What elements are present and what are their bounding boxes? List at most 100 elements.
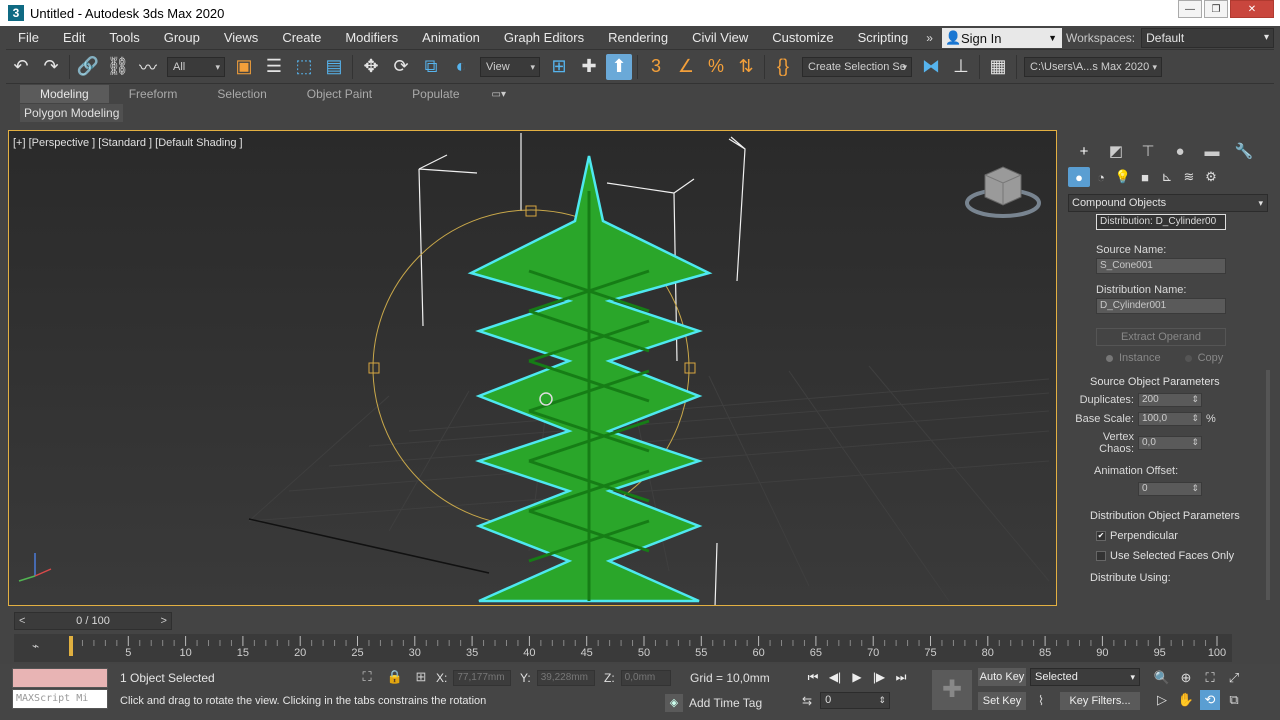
base-scale-spinner[interactable]: 100,0	[1138, 412, 1202, 426]
percent-snap-icon[interactable]: %	[703, 54, 729, 80]
maximize-viewport-icon[interactable]: ⧉	[1224, 690, 1244, 710]
rectangular-selection-icon[interactable]: ⬚	[291, 54, 317, 80]
helpers-icon[interactable]: ⊾	[1156, 167, 1178, 187]
tab-freeform[interactable]: Freeform	[109, 85, 198, 103]
perspective-viewport[interactable]: [+] [Perspective ] [Standard ] [Default …	[8, 130, 1057, 606]
menu-views[interactable]: Views	[212, 26, 270, 50]
pan-view-icon[interactable]: ✋	[1176, 690, 1196, 710]
menu-tools[interactable]: Tools	[97, 26, 151, 50]
play-icon[interactable]: ▶	[846, 670, 868, 685]
maxscript-mini-listener[interactable]: MAXScript Mi	[12, 689, 108, 709]
zoom-extents-icon[interactable]: ⛶	[1200, 668, 1220, 688]
geometry-icon[interactable]: ●	[1068, 167, 1090, 187]
set-keys-icon[interactable]: ✚	[932, 670, 972, 710]
scatter-tree-object[interactable]	[467, 155, 713, 603]
menu-create[interactable]: Create	[270, 26, 333, 50]
close-button[interactable]: ✕	[1230, 0, 1274, 18]
y-field[interactable]: 39,228mm	[536, 670, 595, 686]
select-and-place-icon[interactable]: ◐	[448, 54, 474, 80]
tab-selection[interactable]: Selection	[197, 85, 286, 103]
current-frame-field[interactable]: 0	[820, 692, 891, 709]
maximize-button[interactable]: ❐	[1204, 0, 1228, 18]
key-filters-button[interactable]: Key Filters...	[1060, 692, 1140, 710]
menu-customize[interactable]: Customize	[760, 26, 845, 50]
current-frame-marker[interactable]	[69, 636, 73, 656]
menu-overflow-icon[interactable]: »	[920, 31, 939, 45]
viewport-label[interactable]: [+] [Perspective ] [Standard ] [Default …	[13, 137, 243, 149]
go-to-start-icon[interactable]: ⏮	[802, 670, 824, 685]
display-tab-icon[interactable]: ▬	[1196, 143, 1228, 160]
z-field[interactable]: 0,0mm	[620, 670, 671, 686]
scene-explorer-icon[interactable]: ▦	[985, 54, 1011, 80]
time-slider[interactable]: < 0 / 100 >	[14, 612, 172, 630]
distribution-field[interactable]: Distribution: D_Cylinder00	[1096, 214, 1226, 230]
menu-group[interactable]: Group	[152, 26, 212, 50]
menu-rendering[interactable]: Rendering	[596, 26, 680, 50]
object-category-dropdown[interactable]: Compound Objects	[1068, 194, 1268, 212]
sign-in-button[interactable]: 👤 Sign In ▼	[942, 28, 1062, 48]
named-selection-dropdown[interactable]: Create Selection Se	[802, 56, 912, 77]
selection-set-dropdown[interactable]: Selected	[1030, 668, 1140, 686]
redo-icon[interactable]: ↷	[38, 54, 64, 80]
select-object-icon[interactable]: ▣	[231, 54, 257, 80]
project-folder-dropdown[interactable]: C:\Users\A...s Max 2020	[1024, 56, 1162, 77]
zoom-icon[interactable]: 🔍	[1152, 668, 1172, 688]
zoom-extents-all-icon[interactable]: ⤢	[1224, 668, 1244, 688]
cameras-icon[interactable]: ■	[1134, 167, 1156, 187]
copy-radio[interactable]: Copy	[1184, 352, 1223, 364]
select-and-scale-icon[interactable]: ⧉	[418, 54, 444, 80]
bind-to-space-warp-icon[interactable]: 〰	[135, 54, 161, 80]
orbit-icon[interactable]: ⟲	[1200, 690, 1220, 710]
tab-populate[interactable]: Populate	[392, 85, 479, 103]
instance-radio[interactable]: Instance	[1106, 352, 1161, 364]
vertex-chaos-spinner[interactable]: 0,0	[1138, 436, 1202, 450]
utilities-tab-icon[interactable]: 🔧	[1228, 142, 1260, 160]
distribution-name-input[interactable]: D_Cylinder001	[1096, 298, 1226, 314]
curve-editor-icon[interactable]: ⌁	[32, 639, 39, 653]
menu-scripting[interactable]: Scripting	[846, 26, 921, 50]
maxscript-listener-output[interactable]	[12, 668, 108, 688]
view-cube[interactable]	[965, 166, 1041, 218]
add-time-tag[interactable]: ◈ Add Time Tag	[665, 694, 762, 712]
space-warps-icon[interactable]: ≋	[1178, 167, 1200, 187]
undo-icon[interactable]: ↶	[8, 54, 34, 80]
select-and-move-icon[interactable]: ✥	[358, 54, 384, 80]
key-tangent-icon[interactable]: ⌇	[1032, 692, 1050, 710]
angle-snap-icon[interactable]: ∠	[673, 54, 699, 80]
time-slider-prev-button[interactable]: <	[19, 615, 25, 627]
align-icon[interactable]: ⊥	[948, 54, 974, 80]
time-slider-next-button[interactable]: >	[161, 615, 167, 627]
reference-coordinate-dropdown[interactable]: View	[480, 56, 540, 77]
menu-graph-editors[interactable]: Graph Editors	[492, 26, 596, 50]
menu-edit[interactable]: Edit	[51, 26, 97, 50]
absolute-mode-icon[interactable]: ⊞	[412, 668, 430, 686]
spinner-snap-icon[interactable]: ⇅	[733, 54, 759, 80]
workspaces-dropdown[interactable]: Default	[1141, 28, 1274, 48]
menu-file[interactable]: File	[6, 26, 51, 50]
key-mode-icon[interactable]: ⇆	[802, 694, 812, 708]
manipulate-icon[interactable]: ⬆	[606, 53, 632, 80]
menu-civil-view[interactable]: Civil View	[680, 26, 760, 50]
snaps-toggle-icon[interactable]: 3	[643, 54, 669, 80]
tab-object-paint[interactable]: Object Paint	[287, 85, 392, 103]
create-tab-icon[interactable]: +	[1068, 143, 1100, 160]
shapes-icon[interactable]: ◔	[1090, 167, 1112, 187]
tab-modeling[interactable]: Modeling	[20, 85, 109, 103]
menu-modifiers[interactable]: Modifiers	[333, 26, 410, 50]
set-key-button[interactable]: Set Key	[978, 692, 1026, 710]
use-selected-faces-checkbox[interactable]: Use Selected Faces Only	[1096, 550, 1256, 562]
systems-icon[interactable]: ⚙	[1200, 167, 1222, 187]
keyboard-shortcut-override-icon[interactable]: ✚	[576, 54, 602, 80]
select-by-name-icon[interactable]: ☰	[261, 54, 287, 80]
isolate-selection-icon[interactable]: ⛶	[358, 668, 376, 686]
select-and-link-icon[interactable]: 🔗	[75, 54, 101, 80]
modify-tab-icon[interactable]: ◩	[1100, 142, 1132, 160]
next-frame-icon[interactable]: |▶	[868, 670, 890, 685]
field-of-view-icon[interactable]: ▷	[1152, 690, 1172, 710]
x-field[interactable]: 77,177mm	[453, 670, 512, 686]
ribbon-panel-polygon-modeling[interactable]: Polygon Modeling	[20, 104, 124, 122]
perpendicular-checkbox[interactable]: ✔ Perpendicular	[1096, 530, 1256, 542]
go-to-end-icon[interactable]: ⏭	[890, 670, 912, 685]
source-name-input[interactable]: S_Cone001	[1096, 258, 1226, 274]
select-and-rotate-icon[interactable]: ⟳	[388, 54, 414, 80]
